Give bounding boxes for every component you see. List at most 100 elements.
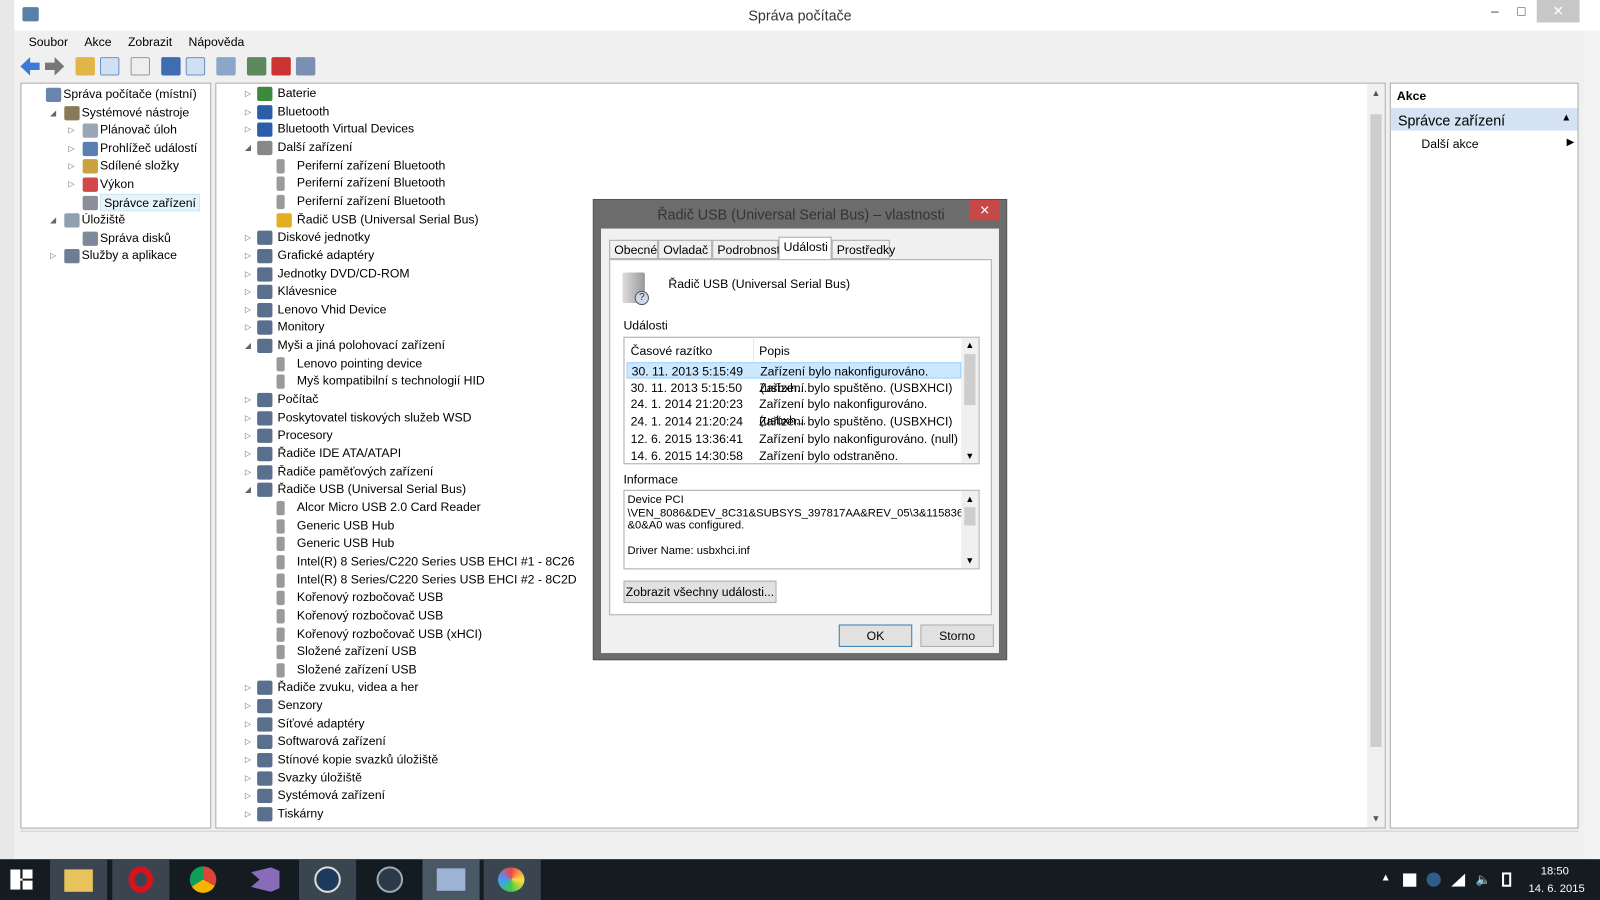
expand-toggle[interactable]: ▷ bbox=[245, 287, 251, 296]
device-bluetooth[interactable]: Bluetooth bbox=[278, 103, 330, 120]
device-svazky-uloziste[interactable]: Svazky úložiště bbox=[278, 769, 362, 786]
up-folder-icon[interactable] bbox=[75, 57, 95, 76]
expand-toggle[interactable]: ▷ bbox=[68, 144, 74, 153]
expand-toggle[interactable]: ▷ bbox=[245, 125, 251, 134]
update-driver-icon[interactable] bbox=[246, 57, 267, 76]
device-baterie[interactable]: Baterie bbox=[278, 85, 317, 102]
paint-taskbar[interactable] bbox=[483, 859, 541, 900]
expand-toggle[interactable]: ▷ bbox=[68, 180, 74, 189]
expand-toggle[interactable]: ▷ bbox=[245, 449, 251, 458]
device-sitove-adaptery[interactable]: Síťové adaptéry bbox=[278, 715, 365, 732]
device-softwarova-zarizeni[interactable]: Softwarová zařízení bbox=[278, 733, 386, 750]
device-procesory[interactable]: Procesory bbox=[278, 427, 333, 444]
device-monitory[interactable]: Monitory bbox=[278, 319, 325, 336]
tree-item-vykon[interactable]: Výkon bbox=[100, 176, 134, 193]
menu-zobrazit[interactable]: Zobrazit bbox=[120, 31, 181, 53]
device-dalsi-zarizeni[interactable]: Další zařízení bbox=[278, 139, 353, 156]
expand-toggle[interactable]: ◢ bbox=[245, 143, 251, 152]
actions-section-device-manager[interactable]: Správce zařízení ▲ bbox=[1390, 108, 1578, 131]
expand-toggle[interactable]: ▷ bbox=[245, 89, 251, 98]
event-row[interactable]: 30. 11. 2013 5:15:50 Zařízení bylo spuště… bbox=[627, 379, 962, 395]
battery-icon[interactable] bbox=[1502, 872, 1512, 887]
cancel-button[interactable]: Storno bbox=[920, 624, 994, 647]
device-tiskarny[interactable]: Tiskárny bbox=[278, 805, 324, 822]
expand-toggle[interactable]: ▷ bbox=[245, 791, 251, 800]
expand-toggle[interactable]: ▷ bbox=[245, 395, 251, 404]
uninstall-icon[interactable] bbox=[271, 57, 291, 76]
device-radice-usb-universal-serial-bus[interactable]: Řadiče USB (Universal Serial Bus) bbox=[278, 481, 467, 498]
tab-prostredky[interactable]: Prostředky bbox=[831, 239, 895, 260]
tree-item-prohlizec-udalosti[interactable]: Prohlížeč událostí bbox=[100, 140, 197, 157]
expand-toggle[interactable]: ▷ bbox=[245, 755, 251, 764]
tree-item-sprava-pocitace-mistni[interactable]: Správa počítače (místní) bbox=[63, 86, 196, 103]
events-list[interactable]: Časové razítko Popis ▲ ▼ 30. 11. 2013 5:… bbox=[623, 336, 980, 465]
help-icon[interactable] bbox=[161, 57, 181, 76]
menu-akce[interactable]: Akce bbox=[76, 31, 120, 53]
expand-toggle[interactable]: ▷ bbox=[245, 431, 251, 440]
file-explorer-taskbar[interactable] bbox=[49, 859, 108, 900]
menu-soubor[interactable]: Soubor bbox=[20, 31, 76, 53]
device-korenovy-rozbocovac-usb[interactable]: Kořenový rozbočovač USB bbox=[297, 607, 443, 624]
event-row[interactable]: 24. 1. 2014 21:20:24 Zařízení bylo spuště… bbox=[627, 413, 962, 429]
device-bluetooth-virtual-devices[interactable]: Bluetooth Virtual Devices bbox=[278, 121, 415, 138]
device-intel-r-8-series-c220-series-usb-ehci-1-8c26[interactable]: Intel(R) 8 Series/C220 Series USB EHCI #… bbox=[297, 553, 575, 570]
menu-napoveda[interactable]: Nápověda bbox=[180, 31, 252, 53]
event-row[interactable]: 12. 6. 2015 13:36:41 Zařízení bylo nakonf… bbox=[627, 430, 962, 446]
device-radice-ide-ata-atapi[interactable]: Řadiče IDE ATA/ATAPI bbox=[278, 445, 402, 462]
tab-ovladac[interactable]: Ovladač bbox=[658, 239, 713, 260]
forward-icon[interactable] bbox=[44, 57, 65, 76]
device-diskove-jednotky[interactable]: Diskové jednotky bbox=[278, 229, 371, 246]
expand-toggle[interactable]: ▷ bbox=[245, 233, 251, 242]
chrome-taskbar[interactable] bbox=[174, 859, 231, 900]
tab-obecne[interactable]: Obecné bbox=[609, 239, 659, 260]
scan-hardware-icon[interactable] bbox=[216, 57, 236, 76]
expand-toggle[interactable]: ◢ bbox=[50, 215, 56, 224]
device-jednotky-dvd-cd-rom[interactable]: Jednotky DVD/CD-ROM bbox=[278, 265, 410, 282]
tray-overflow-icon[interactable]: ▲ bbox=[1381, 872, 1391, 883]
device-lenovo-vhid-device[interactable]: Lenovo Vhid Device bbox=[278, 301, 387, 318]
expand-toggle[interactable]: ◢ bbox=[245, 485, 251, 494]
device-periferni-zarizeni-bluetooth[interactable]: Periferní zařízení Bluetooth bbox=[297, 157, 445, 174]
close-button[interactable]: ✕ bbox=[1536, 0, 1580, 23]
expand-toggle[interactable]: ▷ bbox=[245, 701, 251, 710]
column-header-timestamp[interactable]: Časové razítko bbox=[631, 344, 713, 358]
device-periferni-zarizeni-bluetooth[interactable]: Periferní zařízení Bluetooth bbox=[297, 193, 445, 210]
expand-toggle[interactable]: ▷ bbox=[245, 467, 251, 476]
device-tree-scrollbar[interactable]: ▲ ▼ bbox=[1367, 83, 1385, 828]
device-radic-usb-universal-serial-bus[interactable]: Řadič USB (Universal Serial Bus) bbox=[297, 211, 479, 228]
expand-toggle[interactable]: ▷ bbox=[245, 413, 251, 422]
device-intel-r-8-series-c220-series-usb-ehci-2-8c2d[interactable]: Intel(R) 8 Series/C220 Series USB EHCI #… bbox=[297, 571, 577, 588]
steam-tray-icon[interactable] bbox=[1426, 872, 1441, 887]
device-lenovo-pointing-device[interactable]: Lenovo pointing device bbox=[297, 355, 422, 372]
media-app-taskbar[interactable] bbox=[361, 859, 418, 900]
device-radice-pametovych-zarizeni[interactable]: Řadiče paměťových zařízení bbox=[278, 463, 434, 480]
expand-toggle[interactable]: ▷ bbox=[245, 323, 251, 332]
dialog-close-button[interactable]: ✕ bbox=[969, 199, 1000, 221]
device-korenovy-rozbocovac-usb-xhci[interactable]: Kořenový rozbočovač USB (xHCI) bbox=[297, 625, 482, 642]
tree-item-uloziste[interactable]: Úložiště bbox=[82, 211, 126, 228]
device-slozene-zarizeni-usb[interactable]: Složené zařízení USB bbox=[297, 661, 417, 678]
expand-toggle[interactable]: ▷ bbox=[245, 251, 251, 260]
events-scrollbar[interactable]: ▲ ▼ bbox=[961, 337, 979, 464]
console-tree-icon[interactable] bbox=[99, 57, 120, 76]
opera-taskbar[interactable] bbox=[112, 859, 170, 900]
action-center-icon[interactable] bbox=[1403, 873, 1417, 887]
event-row[interactable]: 30. 11. 2013 5:15:49 Zařízení bylo nakonf… bbox=[626, 362, 962, 395]
start-button[interactable] bbox=[0, 859, 43, 900]
properties-icon[interactable] bbox=[130, 57, 150, 76]
event-row[interactable]: 24. 1. 2014 21:20:23 Zařízení bylo nakonf… bbox=[627, 396, 962, 428]
info-textbox[interactable]: ▲ ▼ Device PCI \VEN_8086&DEV_8C31&SUBSYS_… bbox=[623, 489, 980, 570]
device-korenovy-rozbocovac-usb[interactable]: Kořenový rozbočovač USB bbox=[297, 589, 443, 606]
device-pocitac[interactable]: Počítač bbox=[278, 391, 319, 408]
expand-toggle[interactable]: ▷ bbox=[245, 107, 251, 116]
tab-podrobnosti[interactable]: Podrobnosti bbox=[712, 239, 783, 260]
more-actions-item[interactable]: Další akce ▶ bbox=[1421, 137, 1574, 151]
device-alcor-micro-usb-2-0-card-reader[interactable]: Alcor Micro USB 2.0 Card Reader bbox=[297, 499, 481, 516]
device-periferni-zarizeni-bluetooth[interactable]: Periferní zařízení Bluetooth bbox=[297, 175, 445, 192]
clock-time[interactable]: 18:50 bbox=[1541, 865, 1569, 877]
disable-device-icon[interactable] bbox=[295, 57, 316, 76]
device-generic-usb-hub[interactable]: Generic USB Hub bbox=[297, 535, 394, 552]
event-row[interactable]: 14. 6. 2015 14:30:58 Zařízení bylo odstra… bbox=[627, 447, 962, 463]
ok-button[interactable]: OK bbox=[838, 624, 913, 647]
tab-udalosti[interactable]: Události bbox=[778, 236, 832, 261]
